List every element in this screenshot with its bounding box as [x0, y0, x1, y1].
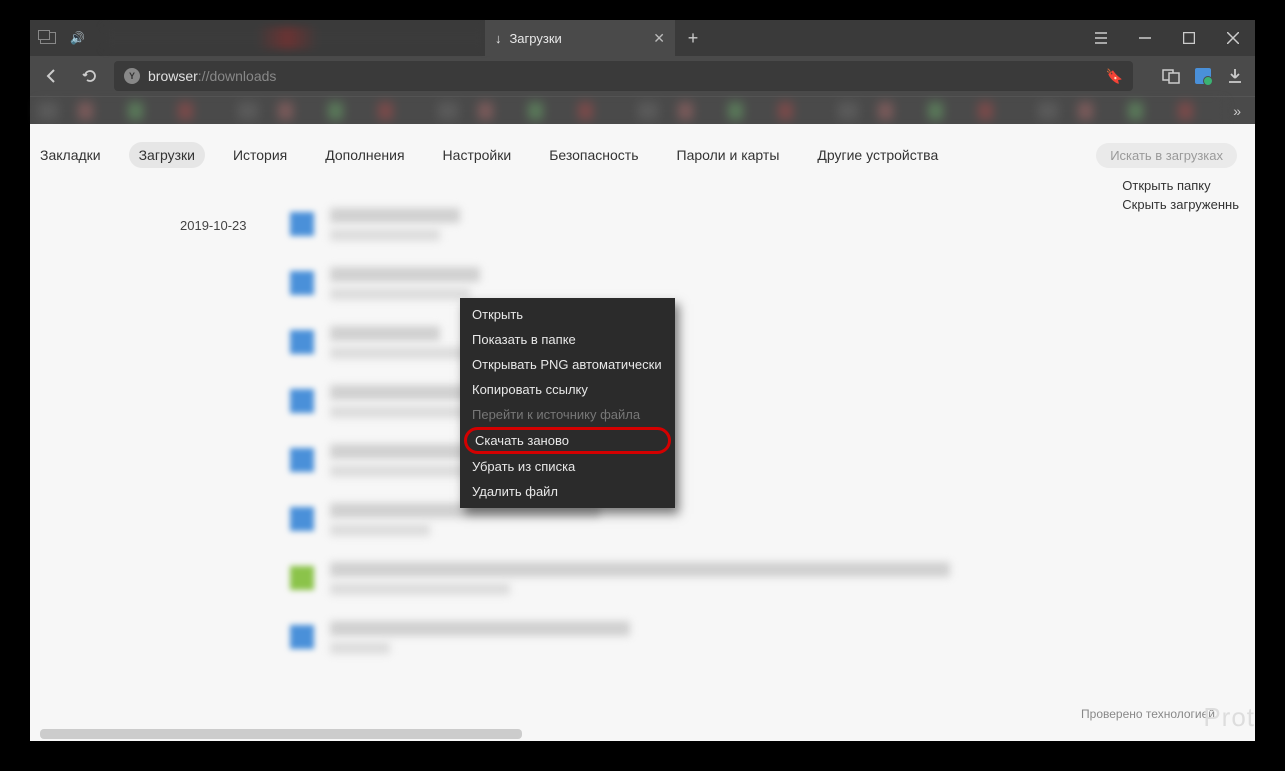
address-bar-row: Y browser://downloads 🔖: [30, 56, 1255, 96]
close-tab-button[interactable]: ✕: [653, 30, 665, 47]
menu-security[interactable]: Безопасность: [539, 142, 648, 168]
file-meta-blurred: [330, 229, 440, 241]
file-icon: [290, 212, 314, 236]
download-item[interactable]: [290, 621, 1215, 654]
menu-other-devices[interactable]: Другие устройства: [807, 142, 948, 168]
download-item[interactable]: [290, 326, 1215, 359]
file-icon: [290, 271, 314, 295]
date-header: 2019-10-23: [180, 208, 290, 735]
context-menu: Открыть Показать в папке Открывать PNG а…: [460, 298, 675, 508]
minimize-button[interactable]: [1123, 20, 1167, 56]
download-item[interactable]: [290, 444, 1215, 477]
side-actions: Открыть папку Скрыть загруженнь: [1122, 178, 1239, 216]
menu-bookmarks[interactable]: Закладки: [30, 142, 111, 168]
file-name-blurred: [330, 621, 630, 636]
search-downloads-input[interactable]: Искать в загрузках: [1096, 143, 1237, 168]
menu-settings[interactable]: Настройки: [433, 142, 522, 168]
ctx-remove-from-list[interactable]: Убрать из списка: [460, 454, 675, 479]
extensions-icon[interactable]: [1159, 64, 1183, 88]
ctx-open-png-auto[interactable]: Открывать PNG автоматически: [460, 352, 675, 377]
background-tabs-blurred[interactable]: [105, 27, 485, 49]
task-view-icon[interactable]: [40, 32, 56, 44]
download-item[interactable]: [290, 385, 1215, 418]
tab-title: Загрузки: [509, 31, 645, 46]
volume-icon[interactable]: 🔊: [70, 31, 85, 45]
site-identity-icon[interactable]: Y: [124, 68, 140, 84]
file-icon: [290, 566, 314, 590]
address-bar[interactable]: Y browser://downloads 🔖: [114, 61, 1133, 91]
download-item[interactable]: [290, 562, 1215, 595]
maximize-button[interactable]: [1167, 20, 1211, 56]
file-name-blurred: [330, 326, 440, 341]
download-item[interactable]: [290, 503, 1215, 536]
active-tab[interactable]: ↓ Загрузки ✕: [485, 20, 675, 56]
file-icon: [290, 448, 314, 472]
file-meta-blurred: [330, 583, 510, 595]
close-window-button[interactable]: [1211, 20, 1255, 56]
menu-addons[interactable]: Дополнения: [315, 142, 414, 168]
file-name-blurred: [330, 208, 460, 223]
file-meta-blurred: [330, 642, 390, 654]
reload-button[interactable]: [76, 62, 104, 90]
url-text: browser://downloads: [148, 68, 1098, 84]
downloads-list: [290, 208, 1215, 735]
download-item[interactable]: [290, 267, 1215, 300]
bookmarks-blurred[interactable]: [38, 102, 1223, 120]
menu-history[interactable]: История: [223, 142, 297, 168]
file-name-blurred: [330, 267, 480, 282]
file-meta-blurred: [330, 524, 430, 536]
window-titlebar: 🔊 ↓ Загрузки ✕ +: [30, 20, 1255, 56]
bookmark-icon[interactable]: 🔖: [1106, 68, 1123, 85]
open-folder-link[interactable]: Открыть папку: [1122, 178, 1239, 193]
file-meta-blurred: [330, 347, 470, 359]
menu-passwords[interactable]: Пароли и карты: [667, 142, 790, 168]
back-button[interactable]: [38, 62, 66, 90]
ctx-go-to-source: Перейти к источнику файла: [460, 402, 675, 427]
hide-downloaded-link[interactable]: Скрыть загруженнь: [1122, 197, 1239, 212]
menu-downloads[interactable]: Загрузки: [129, 142, 205, 168]
ctx-open[interactable]: Открыть: [460, 302, 675, 327]
file-meta-blurred: [330, 288, 470, 300]
ctx-download-again[interactable]: Скачать заново: [464, 427, 671, 454]
new-tab-button[interactable]: +: [675, 28, 711, 49]
file-name-blurred: [330, 562, 950, 577]
file-icon: [290, 389, 314, 413]
page-content: Закладки Загрузки История Дополнения Нас…: [30, 124, 1255, 741]
bookmarks-bar[interactable]: »: [30, 96, 1255, 124]
download-item[interactable]: [290, 208, 1215, 241]
ctx-delete-file[interactable]: Удалить файл: [460, 479, 675, 504]
settings-menu: Закладки Загрузки История Дополнения Нас…: [30, 124, 1255, 178]
ctx-show-in-folder[interactable]: Показать в папке: [460, 327, 675, 352]
bookmarks-overflow-icon[interactable]: »: [1227, 103, 1247, 119]
ctx-copy-link[interactable]: Копировать ссылку: [460, 377, 675, 402]
file-icon: [290, 507, 314, 531]
footer-checked-by: Проверено технологией: [1081, 707, 1215, 721]
horizontal-scrollbar[interactable]: [40, 729, 1245, 739]
downloads-icon[interactable]: [1223, 64, 1247, 88]
file-icon: [290, 330, 314, 354]
menu-button[interactable]: [1079, 20, 1123, 56]
download-icon: ↓: [495, 31, 502, 46]
file-icon: [290, 625, 314, 649]
adblock-icon[interactable]: [1191, 64, 1215, 88]
